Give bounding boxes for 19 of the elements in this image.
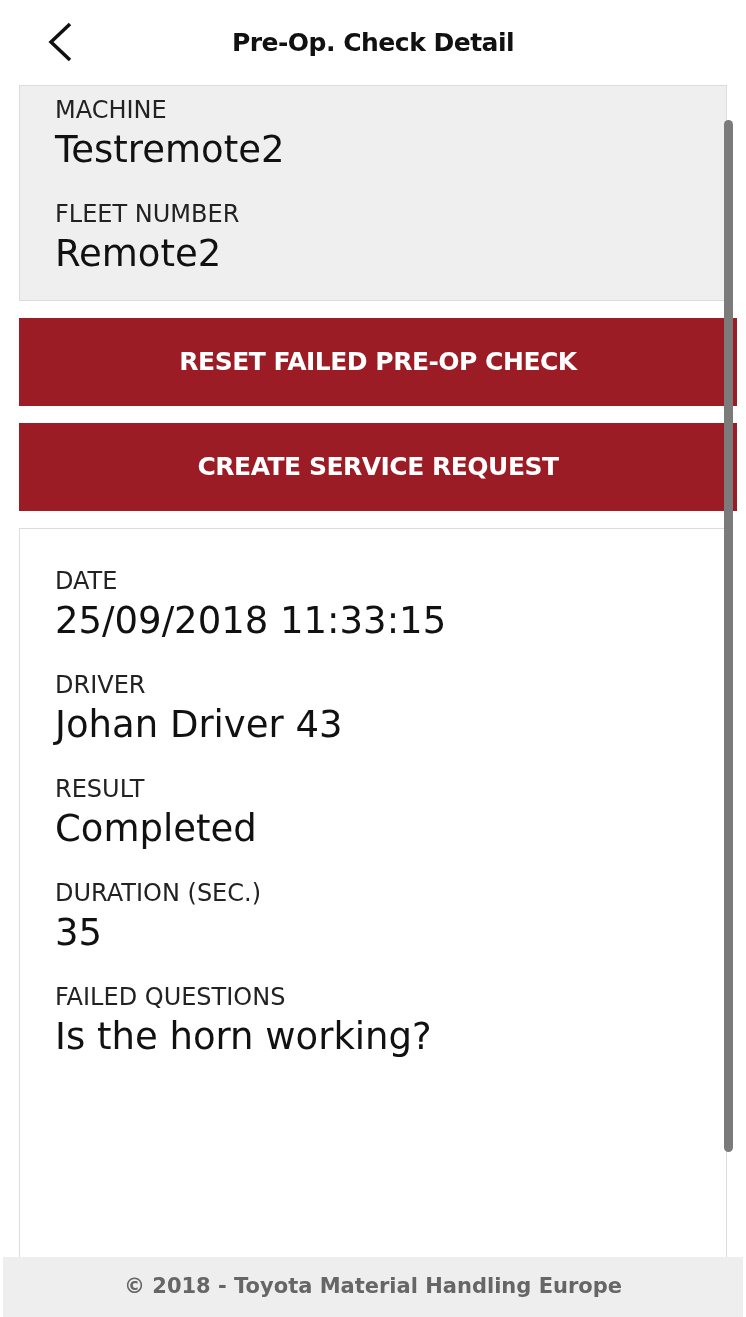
field-value: Remote2 — [55, 231, 223, 277]
action-button[interactable]: RESET FAILED PRE-OP CHECK — [19, 318, 737, 406]
field-label: DATE — [55, 566, 119, 597]
field-value: 25/09/2018 11:33:15 — [55, 598, 448, 644]
page-title: Pre-Op. Check Detail — [231, 26, 515, 59]
action-button[interactable]: CREATE SERVICE REQUEST — [19, 423, 737, 511]
field-value: Testremote2 — [55, 127, 286, 173]
field-label: DURATION (SEC.) — [55, 878, 263, 909]
back-icon[interactable] — [47, 22, 73, 62]
copyright-text: © 2018 - Toyota Material Handling Europe — [123, 1273, 623, 1301]
field-value: Johan Driver 43 — [55, 702, 344, 748]
field-label: MACHINE — [55, 95, 168, 126]
field-label: FLEET NUMBER — [55, 199, 241, 230]
field-label: DRIVER — [55, 670, 147, 701]
field-value: Completed — [55, 806, 258, 852]
field-value: 35 — [55, 910, 104, 956]
field-label: FAILED QUESTIONS — [55, 982, 287, 1013]
field-value: Is the horn working? — [55, 1014, 433, 1060]
field-label: RESULT — [55, 774, 146, 805]
